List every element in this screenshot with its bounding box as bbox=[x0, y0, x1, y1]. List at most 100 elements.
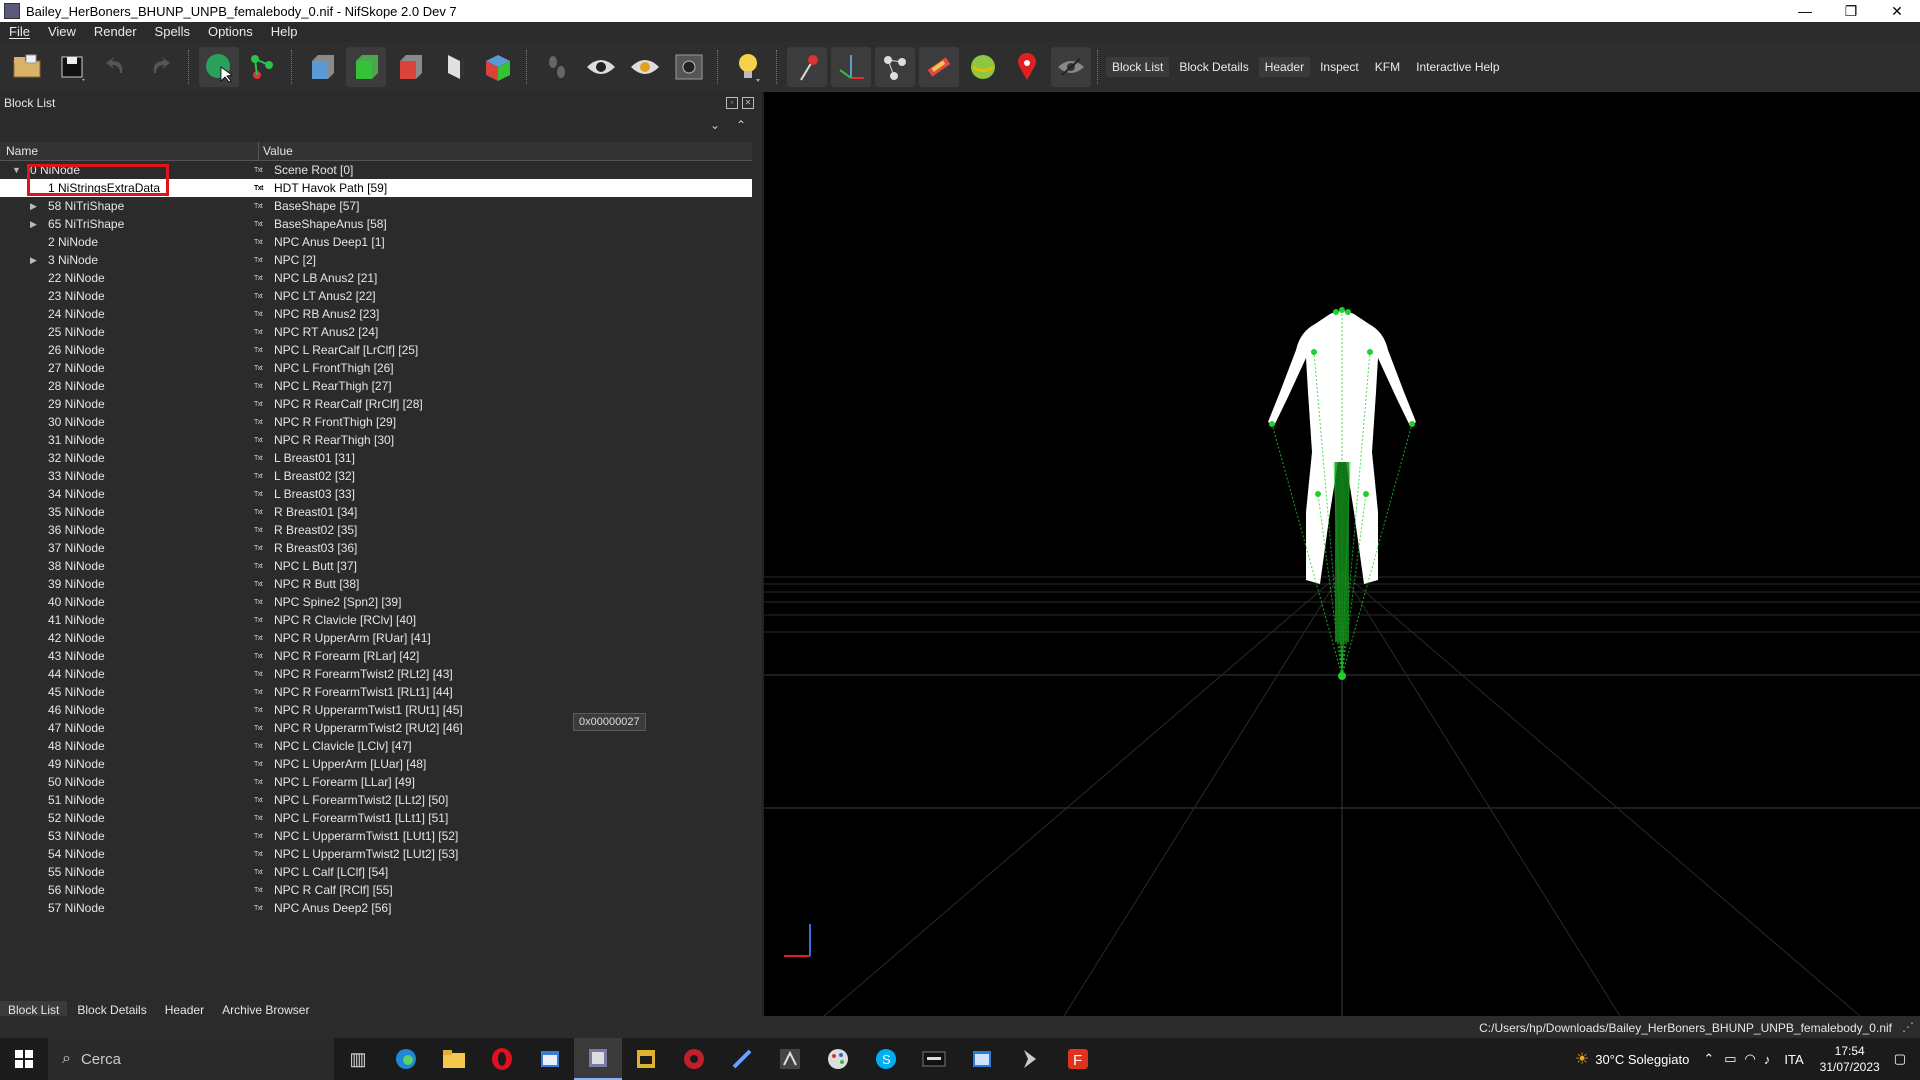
block-list-row[interactable]: 55 NiNode Txt NPC L Calf [LClf] [54] bbox=[0, 863, 752, 881]
arrow-app-icon[interactable] bbox=[1006, 1038, 1054, 1080]
expand-arrow-icon[interactable]: ▶ bbox=[30, 219, 40, 230]
column-value-header[interactable]: Value bbox=[259, 142, 293, 160]
view-perspective-icon[interactable] bbox=[478, 47, 518, 87]
block-list-row[interactable]: 35 NiNode Txt R Breast01 [34] bbox=[0, 503, 752, 521]
menu-spells[interactable]: Spells bbox=[146, 22, 199, 42]
pen-app-icon[interactable] bbox=[718, 1038, 766, 1080]
select-bones-icon[interactable] bbox=[243, 47, 283, 87]
block-list-row[interactable]: 31 NiNode Txt NPC R RearThigh [30] bbox=[0, 431, 752, 449]
notes-app-icon[interactable] bbox=[622, 1038, 670, 1080]
menu-file[interactable]: File bbox=[0, 22, 39, 42]
show-axes-icon[interactable] bbox=[831, 47, 871, 87]
language-indicator[interactable]: ITA bbox=[1784, 1052, 1803, 1067]
block-list-row[interactable]: ▶ 65 NiTriShape Txt BaseShapeAnus [58] bbox=[0, 215, 752, 233]
block-list-row[interactable]: 40 NiNode Txt NPC Spine2 [Spn2] [39] bbox=[0, 593, 752, 611]
block-list-row[interactable]: 27 NiNode Txt NPC L FrontThigh [26] bbox=[0, 359, 752, 377]
block-list-row[interactable]: 26 NiNode Txt NPC L RearCalf [LrClf] [25] bbox=[0, 341, 752, 359]
block-list-row[interactable]: 28 NiNode Txt NPC L RearThigh [27] bbox=[0, 377, 752, 395]
maximize-button[interactable]: ❐ bbox=[1828, 0, 1874, 22]
block-list-row[interactable]: 56 NiNode Txt NPC R Calf [RClf] [55] bbox=[0, 881, 752, 899]
show-hidden-icon[interactable] bbox=[581, 47, 621, 87]
show-nodes-icon[interactable] bbox=[787, 47, 827, 87]
chevron-up-icon[interactable]: ⌃ bbox=[1703, 1051, 1714, 1067]
block-list-row[interactable]: ▶ 58 NiTriShape Txt BaseShape [57] bbox=[0, 197, 752, 215]
menu-view[interactable]: View bbox=[39, 22, 85, 42]
edge-browser-icon[interactable] bbox=[382, 1038, 430, 1080]
block-list-row[interactable]: 53 NiNode Txt NPC L UpperarmTwist1 [LUt1] … bbox=[0, 827, 752, 845]
weather-icon[interactable]: ☀ bbox=[1575, 1049, 1589, 1069]
terminal-app-icon[interactable] bbox=[910, 1038, 958, 1080]
resize-grip-icon[interactable]: ⋰ bbox=[1902, 1020, 1914, 1034]
block-list-row[interactable]: 38 NiNode Txt NPC L Butt [37] bbox=[0, 557, 752, 575]
minimize-button[interactable]: — bbox=[1782, 0, 1828, 22]
expand-arrow-icon[interactable]: ▶ bbox=[30, 201, 40, 212]
block-list-row[interactable]: 43 NiNode Txt NPC R Forearm [RLar] [42] bbox=[0, 647, 752, 665]
chevron-up-icon[interactable]: ⌃ bbox=[736, 118, 746, 132]
f-app-icon[interactable]: F bbox=[1054, 1038, 1102, 1080]
toolbar-tab-header[interactable]: Header bbox=[1258, 57, 1311, 77]
walk-mode-icon[interactable] bbox=[537, 47, 577, 87]
block-list-row[interactable]: 50 NiNode Txt NPC L Forearm [LLar] [49] bbox=[0, 773, 752, 791]
select-object-icon[interactable] bbox=[199, 47, 239, 87]
view-front-icon[interactable] bbox=[302, 47, 342, 87]
expand-arrow-icon[interactable]: ▶ bbox=[30, 255, 40, 266]
toggle-visibility-icon[interactable] bbox=[1051, 47, 1091, 87]
block-list-row[interactable]: 2 NiNode Txt NPC Anus Deep1 [1] bbox=[0, 233, 752, 251]
close-panel-icon[interactable]: ✕ bbox=[742, 97, 754, 109]
app-window-icon[interactable] bbox=[526, 1038, 574, 1080]
block-list-row[interactable]: 25 NiNode Txt NPC RT Anus2 [24] bbox=[0, 323, 752, 341]
game-launcher-icon[interactable] bbox=[766, 1038, 814, 1080]
wifi-icon[interactable]: ◠ bbox=[1745, 1051, 1756, 1067]
opera-browser-icon[interactable] bbox=[478, 1038, 526, 1080]
paint-app-icon[interactable] bbox=[814, 1038, 862, 1080]
block-list-row[interactable]: 30 NiNode Txt NPC R FrontThigh [29] bbox=[0, 413, 752, 431]
skype-icon[interactable]: S bbox=[862, 1038, 910, 1080]
toolbar-tab-interactive-help[interactable]: Interactive Help bbox=[1410, 57, 1505, 77]
block-list-row[interactable]: 45 NiNode Txt NPC R ForearmTwist1 [RLt1] [… bbox=[0, 683, 752, 701]
view-side-icon[interactable] bbox=[390, 47, 430, 87]
block-list-row[interactable]: 29 NiNode Txt NPC R RearCalf [RrClf] [28] bbox=[0, 395, 752, 413]
float-panel-icon[interactable]: ▫ bbox=[726, 97, 738, 109]
render-viewport[interactable] bbox=[764, 92, 1920, 1016]
window-app-icon[interactable] bbox=[958, 1038, 1006, 1080]
block-list-row[interactable]: 36 NiNode Txt R Breast02 [35] bbox=[0, 521, 752, 539]
radial-app-icon[interactable] bbox=[670, 1038, 718, 1080]
block-list-row[interactable]: ▶ 3 NiNode Txt NPC [2] bbox=[0, 251, 752, 269]
nifskope-taskbar-icon[interactable] bbox=[574, 1038, 622, 1080]
taskbar-search[interactable]: ⌕ Cerca bbox=[48, 1038, 334, 1080]
block-list-row[interactable]: 44 NiNode Txt NPC R ForearmTwist2 [RLt2] [… bbox=[0, 665, 752, 683]
menu-help[interactable]: Help bbox=[262, 22, 307, 42]
close-button[interactable]: ✕ bbox=[1874, 0, 1920, 22]
menu-render[interactable]: Render bbox=[85, 22, 146, 42]
save-icon[interactable] bbox=[52, 47, 92, 87]
undo-icon[interactable] bbox=[96, 47, 136, 87]
weather-text[interactable]: 30°C Soleggiato bbox=[1595, 1052, 1689, 1067]
block-list-row[interactable]: 32 NiNode Txt L Breast01 [31] bbox=[0, 449, 752, 467]
block-list-row[interactable]: 54 NiNode Txt NPC L UpperarmTwist2 [LUt2] … bbox=[0, 845, 752, 863]
toolbar-tab-block-list[interactable]: Block List bbox=[1106, 57, 1170, 77]
file-explorer-icon[interactable] bbox=[430, 1038, 478, 1080]
menu-options[interactable]: Options bbox=[199, 22, 262, 42]
toolbar-tab-kfm[interactable]: KFM bbox=[1369, 57, 1406, 77]
lighting-icon[interactable] bbox=[728, 47, 768, 87]
block-list-row[interactable]: 41 NiNode Txt NPC R Clavicle [RClv] [40] bbox=[0, 611, 752, 629]
view-user-icon[interactable] bbox=[434, 47, 474, 87]
notifications-icon[interactable]: ▢ bbox=[1894, 1051, 1906, 1067]
show-collision-icon[interactable] bbox=[963, 47, 1003, 87]
network-icon[interactable]: ▭ bbox=[1724, 1051, 1736, 1067]
show-all-icon[interactable] bbox=[625, 47, 665, 87]
block-list-row[interactable]: 37 NiNode Txt R Breast03 [36] bbox=[0, 539, 752, 557]
block-list-row[interactable]: 39 NiNode Txt NPC R Butt [38] bbox=[0, 575, 752, 593]
chevron-down-icon[interactable]: ⌄ bbox=[710, 118, 720, 132]
show-location-icon[interactable] bbox=[1007, 47, 1047, 87]
block-list-row[interactable]: 49 NiNode Txt NPC L UpperArm [LUar] [48] bbox=[0, 755, 752, 773]
windows-start-icon[interactable] bbox=[0, 1038, 48, 1080]
block-list-row[interactable]: 42 NiNode Txt NPC R UpperArm [RUar] [41] bbox=[0, 629, 752, 647]
toolbar-tab-inspect[interactable]: Inspect bbox=[1314, 57, 1365, 77]
redo-icon[interactable] bbox=[140, 47, 180, 87]
block-list-row[interactable]: 33 NiNode Txt L Breast02 [32] bbox=[0, 467, 752, 485]
block-list-row[interactable]: 34 NiNode Txt L Breast03 [33] bbox=[0, 485, 752, 503]
column-name-header[interactable]: Name bbox=[0, 142, 259, 160]
block-list-row[interactable]: 24 NiNode Txt NPC RB Anus2 [23] bbox=[0, 305, 752, 323]
clock[interactable]: 17:54 31/07/2023 bbox=[1820, 1043, 1880, 1075]
